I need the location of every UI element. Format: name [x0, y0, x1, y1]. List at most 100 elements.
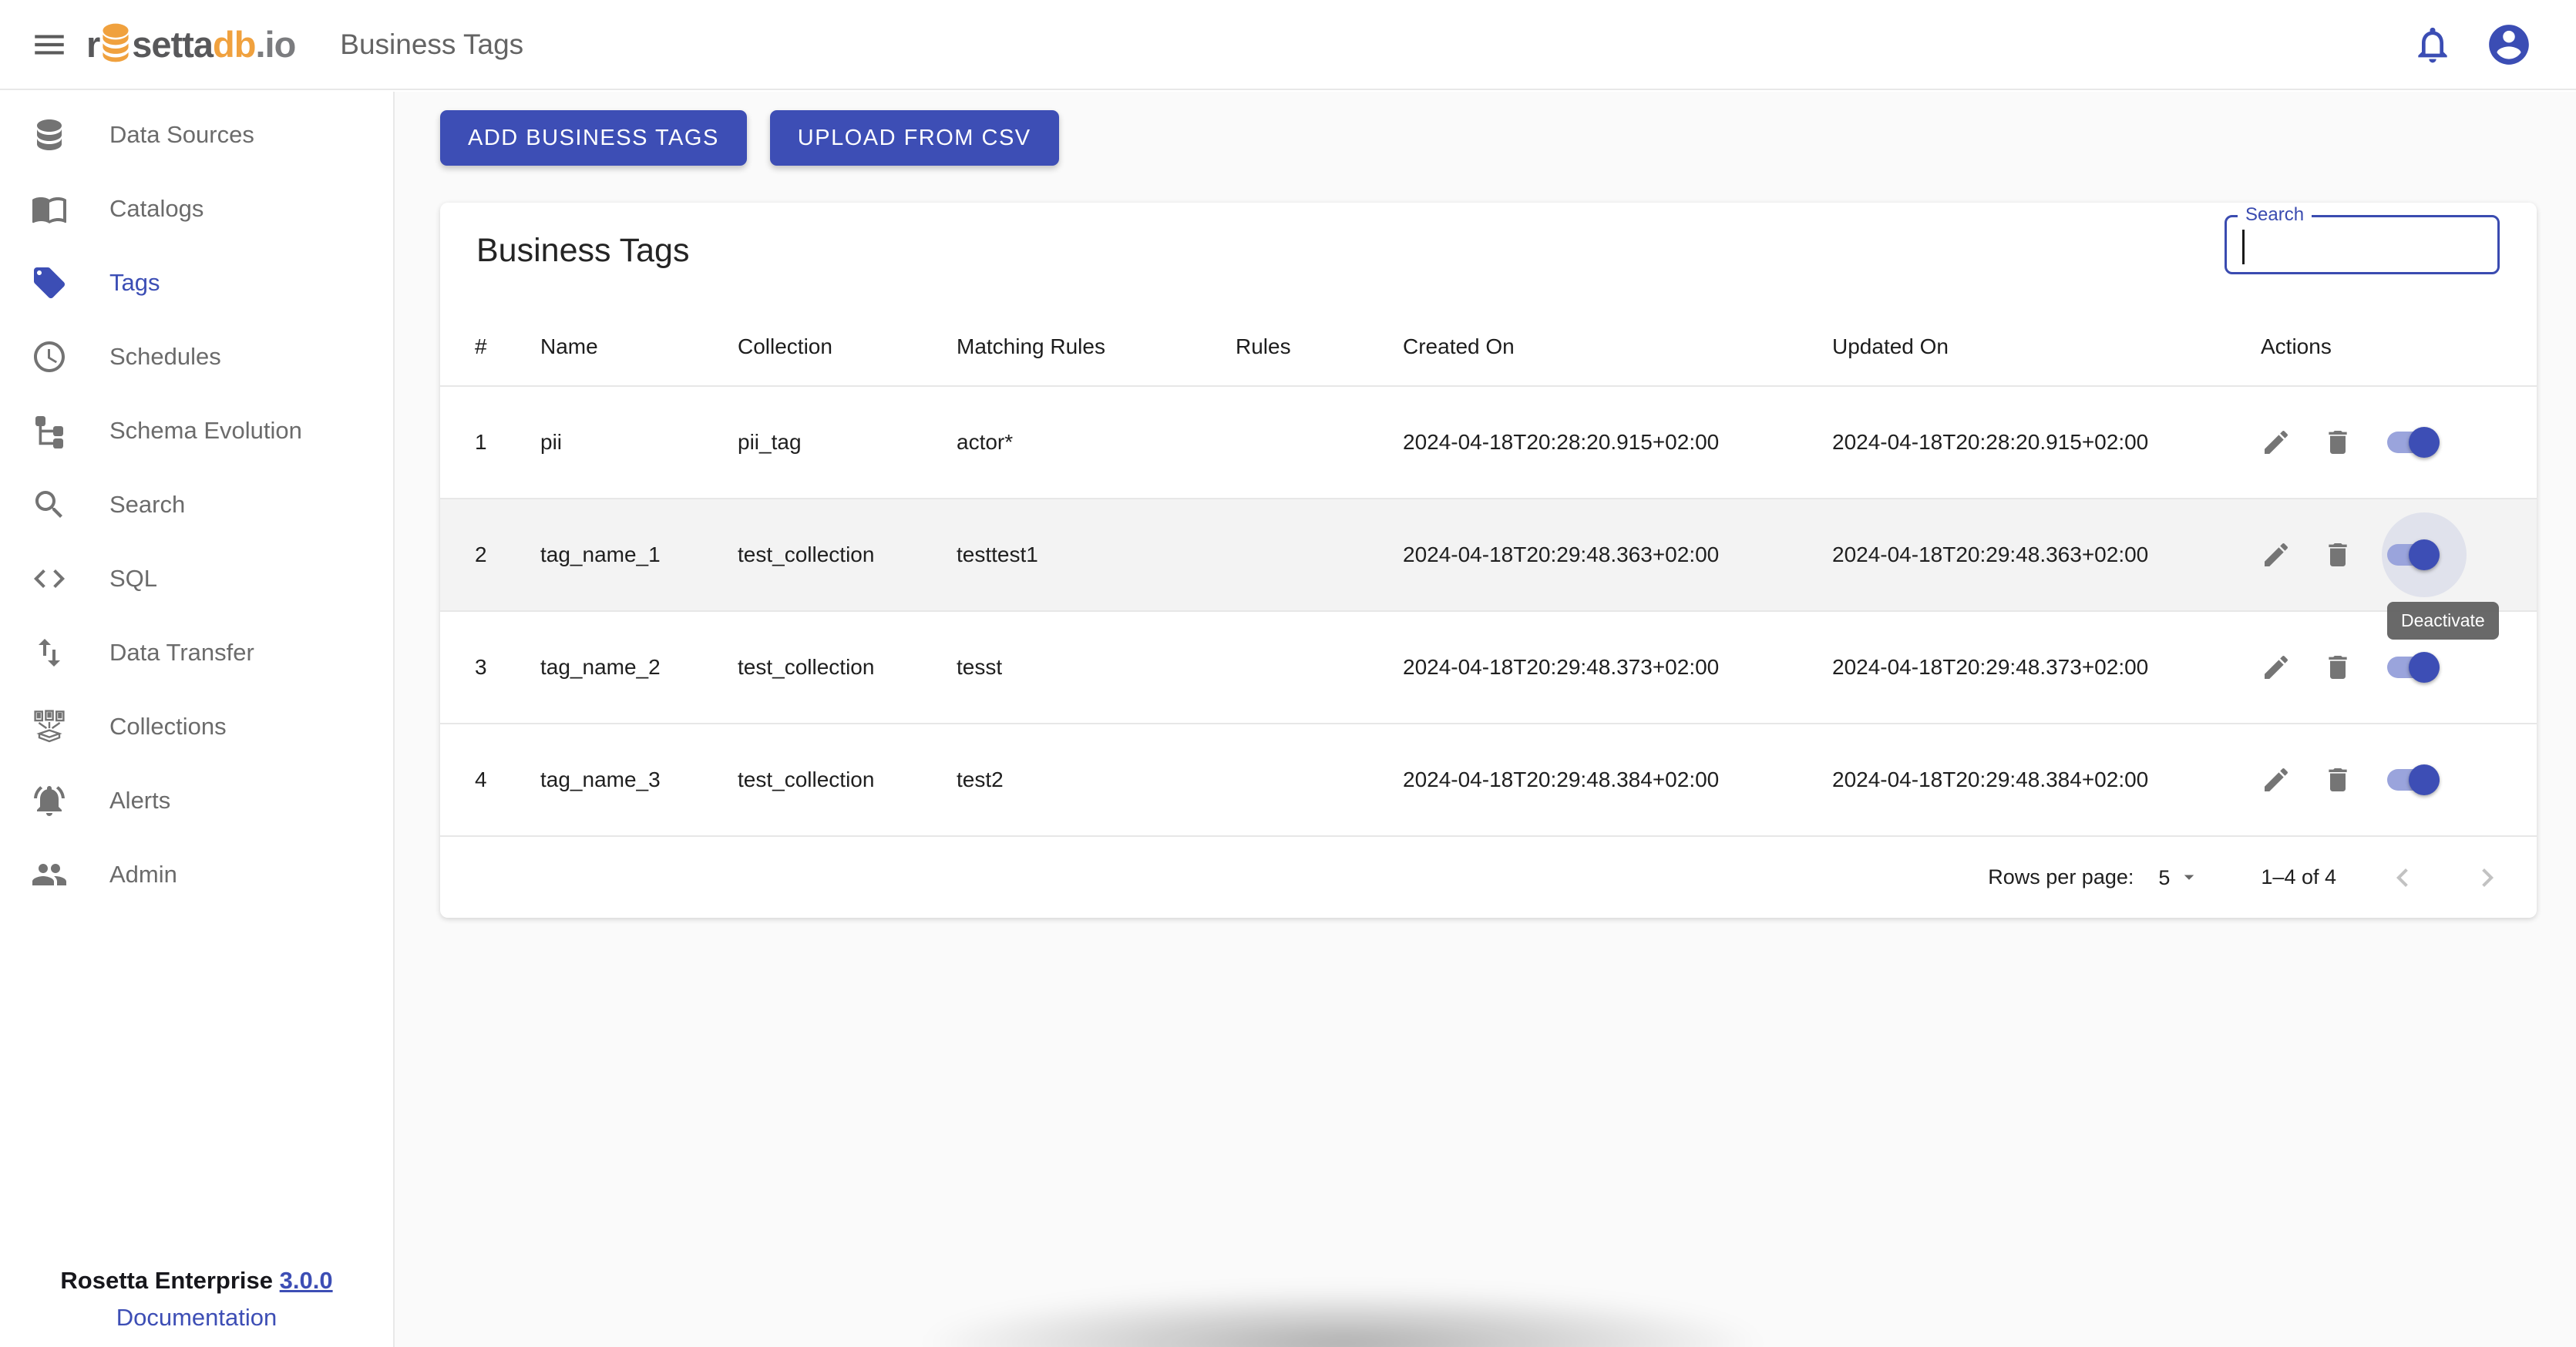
- sidebar-item-sql[interactable]: SQL: [0, 542, 393, 616]
- book-icon: [31, 190, 68, 227]
- edit-button[interactable]: [2261, 764, 2292, 795]
- column-header-created-on: Created On: [1403, 334, 1832, 359]
- alert-bell-icon: [31, 782, 68, 819]
- table-header-row: # Name Collection Matching Rules Rules C…: [440, 308, 2537, 385]
- edit-icon: [2261, 427, 2292, 458]
- sidebar-item-label: Schema Evolution: [109, 417, 302, 445]
- column-header-updated-on: Updated On: [1832, 334, 2261, 359]
- cell-actions: [2261, 539, 2537, 570]
- table-row: 4 tag_name_3 test_collection test2 2024-…: [440, 723, 2537, 835]
- sidebar-item-admin[interactable]: Admin: [0, 838, 393, 912]
- cell-collection: test_collection: [738, 768, 957, 792]
- logo-text-setta: setta: [132, 26, 213, 62]
- sidebar-footer: Rosetta Enterprise 3.0.0 Documentation: [0, 1262, 393, 1336]
- collections-icon: [31, 708, 68, 745]
- sidebar-item-data-transfer[interactable]: Data Transfer: [0, 616, 393, 690]
- code-icon: [31, 560, 68, 597]
- sidebar-item-data-sources[interactable]: Data Sources: [0, 98, 393, 172]
- sidebar-item-collections[interactable]: Collections: [0, 690, 393, 764]
- sidebar-item-label: SQL: [109, 565, 157, 593]
- table-row: 1 pii pii_tag actor* 2024-04-18T20:28:20…: [440, 385, 2537, 498]
- table-row: 3 tag_name_2 test_collection tesst 2024-…: [440, 610, 2537, 723]
- sidebar-item-label: Catalogs: [109, 195, 203, 223]
- sidebar-item-schedules[interactable]: Schedules: [0, 320, 393, 394]
- topbar: r settadb.io Business Tags: [0, 0, 2576, 90]
- active-toggle[interactable]: [2387, 652, 2440, 683]
- delete-button[interactable]: [2322, 652, 2353, 683]
- dropdown-arrow-icon: [2177, 865, 2201, 890]
- sidebar-item-alerts[interactable]: Alerts: [0, 764, 393, 838]
- sidebar-nav: Data Sources Catalogs Tags Schedules Sch: [0, 92, 393, 912]
- account-avatar-button[interactable]: [2485, 21, 2533, 69]
- sidebar-item-search[interactable]: Search: [0, 468, 393, 542]
- column-header-name: Name: [540, 334, 738, 359]
- delete-button[interactable]: [2322, 764, 2353, 795]
- cell-matching-rules: tesst: [957, 655, 1236, 680]
- cell-matching-rules: actor*: [957, 430, 1236, 455]
- sidebar-item-schema-evolution[interactable]: Schema Evolution: [0, 394, 393, 468]
- cell-num: 1: [475, 430, 540, 455]
- upload-from-csv-button[interactable]: UPLOAD FROM CSV: [770, 110, 1059, 166]
- notifications-button[interactable]: [2411, 23, 2454, 66]
- cell-collection: test_collection: [738, 542, 957, 567]
- card-title: Business Tags: [476, 232, 689, 270]
- edit-button[interactable]: [2261, 539, 2292, 570]
- sidebar-item-catalogs[interactable]: Catalogs: [0, 172, 393, 246]
- delete-icon: [2322, 427, 2353, 458]
- column-header-collection: Collection: [738, 334, 957, 359]
- add-business-tags-button[interactable]: ADD BUSINESS TAGS: [440, 110, 747, 166]
- version-link[interactable]: 3.0.0: [280, 1267, 333, 1294]
- cell-name: tag_name_2: [540, 655, 738, 680]
- notifications-icon: [2411, 23, 2454, 66]
- cell-collection: pii_tag: [738, 430, 957, 455]
- documentation-link[interactable]: Documentation: [116, 1299, 277, 1336]
- menu-button[interactable]: [22, 17, 77, 72]
- cell-actions: [2261, 764, 2537, 795]
- edit-icon: [2261, 652, 2292, 683]
- column-header-matching-rules: Matching Rules: [957, 334, 1236, 359]
- active-toggle[interactable]: [2387, 539, 2440, 570]
- deactivate-tooltip: Deactivate: [2387, 602, 2499, 640]
- clock-icon: [31, 338, 68, 375]
- search-field[interactable]: Search: [2225, 215, 2500, 274]
- column-header-rules: Rules: [1236, 334, 1403, 359]
- delete-button[interactable]: [2322, 539, 2353, 570]
- business-tags-card: Business Tags Search # Name Collection M…: [440, 203, 2537, 918]
- sidebar: Data Sources Catalogs Tags Schedules Sch: [0, 92, 395, 1347]
- cell-created-on: 2024-04-18T20:29:48.363+02:00: [1403, 542, 1832, 567]
- rows-per-page-select[interactable]: 5: [2158, 865, 2201, 890]
- delete-icon: [2322, 539, 2353, 570]
- delete-icon: [2322, 652, 2353, 683]
- search-icon: [31, 486, 68, 523]
- cell-name: tag_name_3: [540, 768, 738, 792]
- sidebar-item-label: Tags: [109, 269, 160, 297]
- sidebar-item-label: Alerts: [109, 787, 170, 815]
- app-logo[interactable]: r settadb.io: [86, 22, 295, 66]
- sidebar-item-label: Schedules: [109, 343, 221, 371]
- sidebar-item-tags[interactable]: Tags: [0, 246, 393, 320]
- sidebar-item-label: Search: [109, 491, 185, 519]
- logo-text-io: .io: [255, 26, 295, 62]
- previous-page-button[interactable]: [2384, 859, 2421, 896]
- active-toggle[interactable]: [2387, 427, 2440, 458]
- cell-updated-on: 2024-04-18T20:29:48.373+02:00: [1832, 655, 2261, 680]
- active-toggle[interactable]: [2387, 764, 2440, 795]
- rows-per-page-value: 5: [2158, 866, 2170, 890]
- cell-collection: test_collection: [738, 655, 957, 680]
- pagination-bar: Rows per page: 5 1–4 of 4: [440, 835, 2537, 918]
- bottom-shadow: [780, 1270, 1905, 1347]
- edit-button[interactable]: [2261, 427, 2292, 458]
- edit-button[interactable]: [2261, 652, 2292, 683]
- cell-num: 2: [475, 542, 540, 567]
- edit-icon: [2261, 764, 2292, 795]
- delete-icon: [2322, 764, 2353, 795]
- cell-updated-on: 2024-04-18T20:28:20.915+02:00: [1832, 430, 2261, 455]
- account-avatar-icon: [2485, 21, 2533, 69]
- search-input[interactable]: [2227, 217, 2497, 272]
- delete-button[interactable]: [2322, 427, 2353, 458]
- product-name: Rosetta Enterprise: [60, 1267, 273, 1294]
- cell-created-on: 2024-04-18T20:28:20.915+02:00: [1403, 430, 1832, 455]
- next-page-button[interactable]: [2469, 859, 2506, 896]
- main-content: ADD BUSINESS TAGS UPLOAD FROM CSV Busine…: [395, 92, 2576, 1347]
- database-icon: [31, 116, 68, 153]
